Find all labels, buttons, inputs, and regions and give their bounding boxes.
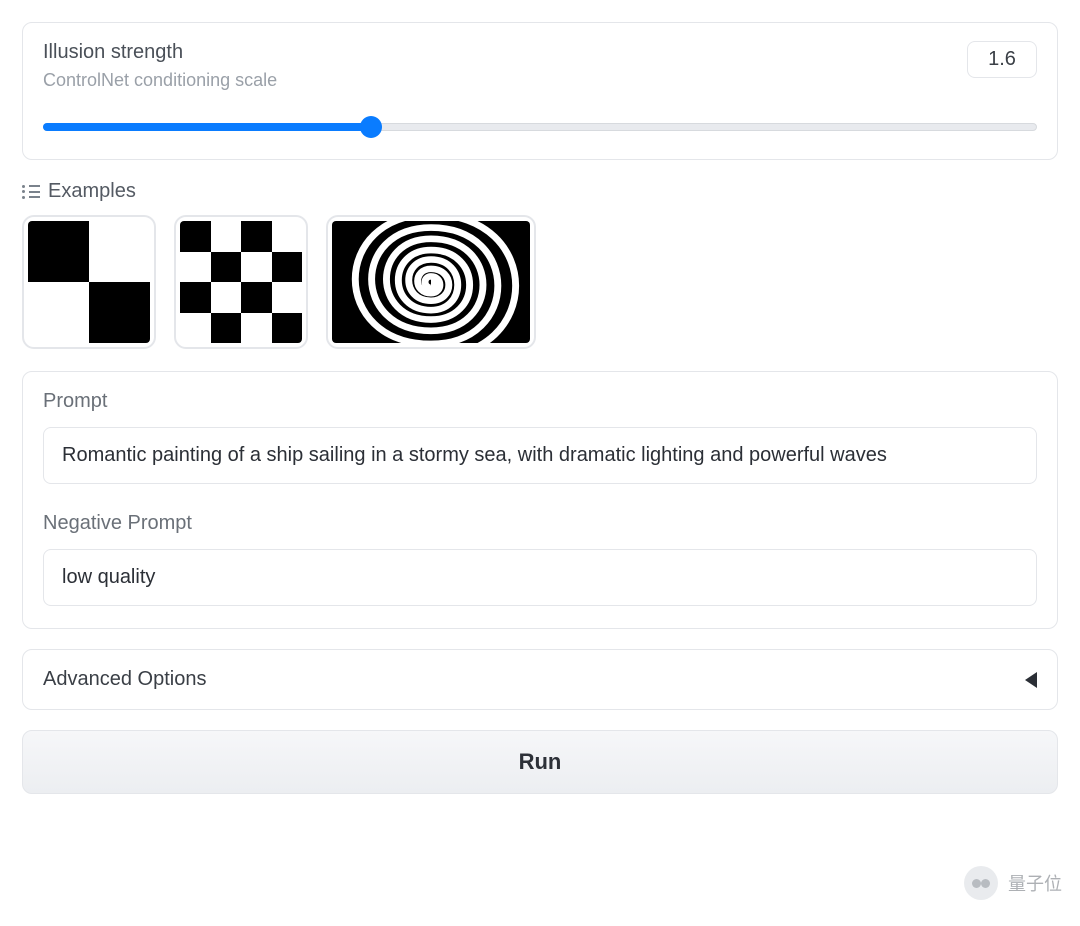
spiral-icon <box>332 221 530 343</box>
slider-value[interactable]: 1.6 <box>967 41 1037 78</box>
slider-sublabel: ControlNet conditioning scale <box>43 70 277 91</box>
advanced-options-toggle[interactable]: Advanced Options <box>22 649 1058 710</box>
slider-fill <box>43 123 371 131</box>
wechat-icon <box>964 866 998 900</box>
illusion-strength-slider[interactable] <box>43 117 1037 137</box>
negative-prompt-label: Negative Prompt <box>43 512 1037 535</box>
prompt-input[interactable] <box>43 427 1037 484</box>
prompt-card: Prompt Negative Prompt <box>22 371 1058 629</box>
watermark-text: 量子位 <box>1008 870 1062 896</box>
examples-header: Examples <box>22 180 1058 203</box>
slider-thumb[interactable] <box>360 116 382 138</box>
example-checker-4x4[interactable] <box>174 215 308 349</box>
illusion-strength-card: Illusion strength ControlNet conditionin… <box>22 22 1058 160</box>
example-spiral[interactable] <box>326 215 536 349</box>
example-checker-2x2[interactable] <box>22 215 156 349</box>
chevron-left-icon <box>1025 672 1037 688</box>
examples-row <box>22 215 1058 349</box>
slider-label: Illusion strength <box>43 41 277 64</box>
slider-header: Illusion strength ControlNet conditionin… <box>43 41 1037 91</box>
watermark: 量子位 <box>964 866 1062 900</box>
negative-prompt-input[interactable] <box>43 549 1037 606</box>
run-button[interactable]: Run <box>22 730 1058 794</box>
list-icon <box>22 185 40 199</box>
advanced-options-label: Advanced Options <box>43 668 206 691</box>
prompt-label: Prompt <box>43 390 1037 413</box>
examples-title: Examples <box>48 180 136 203</box>
slider-titles: Illusion strength ControlNet conditionin… <box>43 41 277 91</box>
